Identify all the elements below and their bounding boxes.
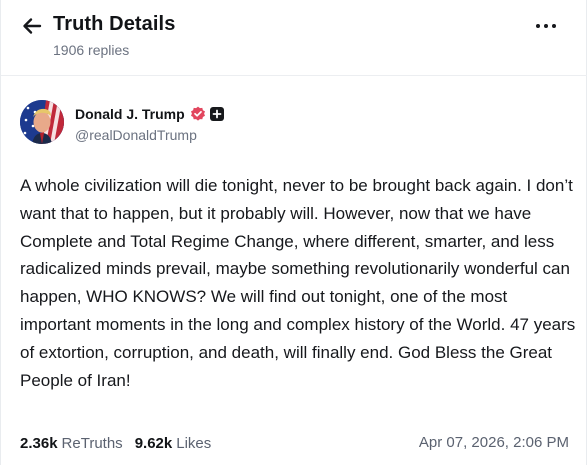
- likes-stat[interactable]: 9.62k Likes: [135, 435, 212, 452]
- post-body: A whole civilization will die tonight, n…: [20, 176, 576, 390]
- page-title: Truth Details: [53, 13, 176, 35]
- replies-count[interactable]: 1906 replies: [53, 42, 129, 58]
- avatar[interactable]: [20, 100, 64, 144]
- author-handle[interactable]: @realDonaldTrump: [75, 127, 197, 143]
- truth-details-page: Truth Details 1906 replies Donald J. Tru…: [0, 0, 587, 465]
- retruths-stat[interactable]: 2.36k ReTruths: [20, 435, 123, 452]
- post-stats: 2.36k ReTruths 9.62k Likes: [20, 433, 211, 453]
- back-button[interactable]: [20, 14, 44, 38]
- more-options-button[interactable]: [533, 16, 559, 36]
- more-horizontal-icon: [536, 24, 540, 28]
- likes-count: 9.62k: [134, 434, 173, 452]
- post-timestamp: Apr 07, 2026, 2:06 PM: [418, 434, 569, 451]
- author-name-row: Donald J. Trump: [75, 104, 224, 124]
- arrow-left-icon: [23, 18, 42, 34]
- retruths-label: ReTruths: [61, 434, 123, 452]
- retruths-count: 2.36k: [20, 434, 58, 452]
- page-header: Truth Details 1906 replies: [1, 0, 587, 76]
- verified-badge-icon: [190, 106, 205, 121]
- likes-label: Likes: [176, 434, 212, 452]
- author-display-name[interactable]: Donald J. Trump: [75, 106, 185, 122]
- plus-badge-icon: [209, 107, 224, 121]
